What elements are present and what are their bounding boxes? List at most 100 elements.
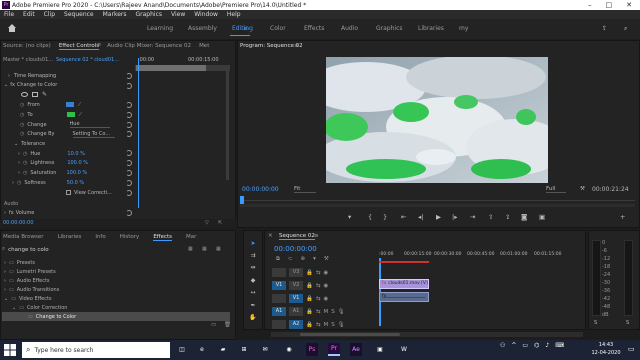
timeline-menu-icon[interactable]: ≡ bbox=[314, 233, 319, 239]
voiceover-a2-icon[interactable]: 🎙 bbox=[338, 322, 345, 328]
sync-v3-icon[interactable]: ⇆ bbox=[316, 270, 321, 276]
reset-softness-icon[interactable] bbox=[126, 180, 132, 186]
ec-row-time-remapping[interactable]: › Time Remapping bbox=[0, 71, 134, 81]
workspace-effects[interactable]: Effects bbox=[304, 25, 324, 32]
menu-help[interactable]: Help bbox=[227, 11, 241, 18]
photoshop-taskbar-icon[interactable]: Ps bbox=[306, 343, 318, 356]
play-button[interactable]: ▶ bbox=[436, 213, 441, 221]
reset-hue-icon[interactable] bbox=[126, 150, 132, 156]
yuv-effects-icon[interactable]: ▦ bbox=[216, 246, 221, 252]
timeline-settings-icon[interactable]: ⚒ bbox=[324, 256, 329, 263]
edge-browser-icon[interactable]: e bbox=[196, 343, 208, 356]
view-correction-checkbox[interactable] bbox=[66, 190, 71, 196]
program-menu-icon[interactable]: ≡ bbox=[294, 43, 299, 49]
media-encoder-taskbar-icon[interactable]: ▣ bbox=[374, 343, 386, 356]
reset-time-remapping-icon[interactable] bbox=[126, 73, 132, 79]
file-explorer-icon[interactable]: ▰ bbox=[217, 343, 229, 356]
source-patch-v1[interactable]: V1 bbox=[272, 281, 286, 290]
mute-a1-icon[interactable]: M bbox=[323, 309, 328, 315]
network-icon[interactable]: ⌬ bbox=[534, 342, 539, 349]
track-name-v1[interactable]: V1 bbox=[289, 294, 303, 303]
ripple-edit-tool-icon[interactable]: ⇹ bbox=[248, 264, 258, 271]
track-name-a2[interactable]: A2 bbox=[289, 320, 303, 329]
to-eyedropper-icon[interactable]: ⟋ bbox=[79, 112, 83, 118]
taskbar-clock[interactable]: 14:43 12-04-2020 bbox=[586, 341, 626, 357]
sync-a2-icon[interactable]: ⇆ bbox=[316, 322, 321, 328]
track-select-tool-icon[interactable]: ⇉ bbox=[248, 252, 258, 259]
delete-icon[interactable]: 🗑 bbox=[224, 322, 231, 328]
tab-libraries[interactable]: Libraries bbox=[58, 234, 82, 240]
from-color-swatch[interactable] bbox=[65, 102, 74, 108]
reset-to-icon[interactable] bbox=[126, 112, 132, 118]
solo-a2-icon[interactable]: S bbox=[331, 322, 335, 328]
language-icon[interactable]: ⌨ bbox=[555, 342, 564, 349]
ec-row-volume[interactable]: › fx Volume bbox=[0, 208, 134, 218]
taskbar-search-box[interactable]: ⌕ Type here to search bbox=[22, 342, 170, 358]
tab-markers[interactable]: Mar bbox=[186, 234, 196, 240]
close-sequence-icon[interactable]: ✕ bbox=[268, 233, 273, 239]
linked-selection-icon[interactable]: ⊗ bbox=[301, 256, 306, 263]
voiceover-a1-icon[interactable]: 🎙 bbox=[338, 309, 345, 315]
go-to-out-icon[interactable]: ⇥ bbox=[470, 213, 475, 221]
eye-v2-icon[interactable]: ◉ bbox=[323, 283, 328, 289]
track-name-v3[interactable]: V3 bbox=[289, 268, 303, 277]
ec-row-change[interactable]: ◷ Change Hue bbox=[0, 120, 134, 130]
people-icon[interactable]: ⚇ bbox=[500, 342, 505, 349]
tab-source[interactable]: Source: (no clips) bbox=[3, 43, 51, 49]
32bit-effects-icon[interactable]: ▦ bbox=[202, 246, 207, 252]
tab-audio-clip-mixer[interactable]: Audio Clip Mixer: Sequence 02 bbox=[107, 43, 191, 49]
close-button[interactable]: ✕ bbox=[626, 1, 632, 9]
timeline-zoom-handle[interactable] bbox=[300, 333, 400, 336]
pen-tool-icon[interactable]: ✒ bbox=[248, 302, 258, 309]
search-help-icon[interactable]: ⌕ bbox=[624, 25, 627, 33]
lock-v3-icon[interactable]: 🔒 bbox=[306, 270, 313, 276]
show-hidden-icon[interactable]: ^ bbox=[511, 342, 516, 349]
menu-clip[interactable]: Clip bbox=[44, 11, 55, 18]
reset-change-to-color-icon[interactable] bbox=[126, 83, 132, 89]
reset-saturation-icon[interactable] bbox=[126, 170, 132, 176]
effects-tree-audio-effects[interactable]: › ▭ Audio Effects bbox=[4, 276, 50, 285]
volume-icon[interactable]: ♪ bbox=[545, 342, 549, 349]
tab-effect-controls[interactable]: Effect Controls bbox=[58, 43, 100, 50]
solo-a1-icon[interactable]: S bbox=[331, 309, 335, 315]
mail-icon[interactable]: ✉ bbox=[259, 343, 271, 356]
menu-markers[interactable]: Markers bbox=[103, 11, 127, 18]
hue-value[interactable]: 10.0 % bbox=[67, 151, 84, 157]
from-eyedropper-icon[interactable]: ⟋ bbox=[78, 102, 82, 108]
saturation-value[interactable]: 100.0 % bbox=[66, 170, 87, 176]
ec-row-to[interactable]: ◷ To ⟋ bbox=[0, 110, 134, 120]
chrome-icon[interactable]: ◉ bbox=[283, 343, 295, 356]
task-view-icon[interactable]: ◫ bbox=[176, 343, 188, 356]
lock-a2-icon[interactable]: 🔒 bbox=[306, 322, 313, 328]
windows-start-icon[interactable] bbox=[4, 344, 16, 356]
razor-tool-icon[interactable]: ◆ bbox=[248, 277, 258, 284]
timeline-sequence-tab[interactable]: Sequence 02 bbox=[279, 233, 315, 240]
mute-a2-icon[interactable]: M bbox=[323, 322, 328, 328]
effects-tree-video-effects[interactable]: ⌄ ▭ Video Effects bbox=[4, 294, 52, 303]
effects-tree-audio-transitions[interactable]: › ▭ Audio Transitions bbox=[4, 285, 59, 294]
settings-wrench-icon[interactable]: ⚒ bbox=[580, 186, 585, 192]
reset-from-icon[interactable] bbox=[126, 102, 132, 108]
change-by-dropdown[interactable]: Setting To Co... bbox=[72, 131, 115, 138]
slip-tool-icon[interactable]: ↔ bbox=[248, 289, 258, 296]
add-marker-icon[interactable]: ▾ bbox=[348, 213, 351, 221]
tab-history[interactable]: History bbox=[120, 234, 140, 240]
pen-mask-icon[interactable]: ✎ bbox=[42, 91, 47, 98]
change-dropdown[interactable]: Hue bbox=[69, 121, 110, 129]
ec-row-change-to-color[interactable]: ⌄ fx Change to Color bbox=[0, 81, 134, 91]
notifications-icon[interactable]: ▭ bbox=[628, 345, 635, 353]
fit-dropdown[interactable]: Fit bbox=[294, 186, 316, 193]
hand-tool-icon[interactable]: ✋ bbox=[248, 314, 258, 321]
lift-icon[interactable]: ⇧ bbox=[488, 213, 493, 221]
program-zoom-bar[interactable] bbox=[240, 204, 635, 207]
effects-tree-color-correction[interactable]: ⌄ ▭ Color Correction bbox=[4, 303, 67, 312]
maximize-button[interactable]: □ bbox=[606, 1, 613, 9]
sync-v1-icon[interactable]: ⇆ bbox=[316, 296, 321, 302]
workspace-color[interactable]: Color bbox=[270, 25, 286, 32]
ec-row-hue[interactable]: › ◷ Hue 10.0 % bbox=[0, 149, 134, 159]
workspace-assembly[interactable]: Assembly bbox=[188, 25, 217, 32]
premiere-taskbar-icon[interactable]: Pr bbox=[328, 343, 340, 356]
export-frame-camera-icon[interactable]: ◙ bbox=[521, 213, 527, 221]
workspace-my[interactable]: my bbox=[459, 25, 468, 32]
ellipse-mask-icon[interactable] bbox=[21, 92, 28, 97]
